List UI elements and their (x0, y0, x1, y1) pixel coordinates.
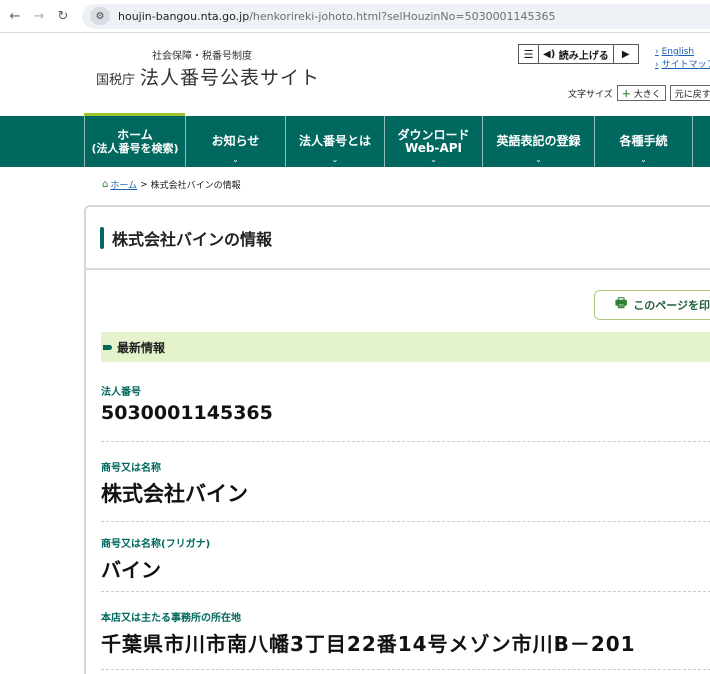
address-value: 千葉県市川市南八幡3丁目22番14号メゾン市川B－201 (101, 632, 636, 656)
chevron-down-icon: ⌄ (331, 155, 339, 164)
section-title: 最新情報 (117, 340, 166, 355)
print-page-label: このページを印刷 (633, 299, 710, 312)
corporation-info-panel: 株式会社バインの情報 🖶 このページを印刷 最新情報 法人番号 50300011… (84, 205, 710, 674)
nav-procedures[interactable]: 各種手続 ⌄ (594, 116, 692, 167)
print-page-button[interactable]: 🖶 このページを印刷 (594, 290, 710, 320)
font-size-label: 文字サイズ (568, 89, 613, 100)
latest-info-section-header: 最新情報 (101, 332, 710, 362)
address-field: 本店又は主たる事務所の所在地 千葉県市川市南八幡3丁目22番14号メゾン市川B－… (101, 609, 710, 657)
corp-number-label: 法人番号 (101, 387, 141, 398)
nav-download-label: ダウンロード (397, 127, 470, 142)
english-link-label: English (661, 47, 695, 57)
divider (101, 591, 710, 592)
nav-news-label: お知らせ (211, 134, 260, 148)
logo-title: 法人番号公表サイト (140, 67, 321, 89)
corp-number-field: 法人番号 5030001145365 (101, 383, 710, 424)
english-link[interactable]: › English (655, 46, 710, 59)
font-larger-button[interactable]: ＋大きく (616, 85, 666, 101)
nav-english-label: 英語表記の登録 (496, 134, 581, 148)
site-info-icon[interactable]: ⚙ (90, 7, 110, 25)
site-logo[interactable]: 国税庁 法人番号公表サイト (96, 63, 320, 90)
nav-home-sublabel: (法人番号を検索) (91, 141, 179, 155)
nav-english[interactable]: 英語表記の登録 ⌄ (482, 116, 594, 167)
chevron-down-icon: ⌄ (430, 155, 437, 164)
nav-home-label: ホーム (117, 127, 153, 142)
url-domain: houjin-bangou.nta.go.jp (118, 9, 250, 23)
play-icon[interactable]: ▶ (614, 45, 638, 63)
url-path: /henkorireki-johoto.html?selHouzinNo=503… (249, 9, 556, 23)
read-aloud-label: 読み上げる (558, 50, 609, 62)
divider (101, 669, 710, 670)
chevron-down-icon: ⌄ (640, 155, 647, 164)
read-aloud-button[interactable]: ◀) 読み上げる (539, 45, 614, 63)
home-icon: ⌂ (102, 179, 109, 190)
breadcrumb-separator: > (140, 179, 148, 190)
nav-about-label: 法人番号とは (298, 134, 371, 148)
chevron-right-icon: › (655, 47, 659, 57)
chevron-down-icon: ⌄ (535, 155, 542, 164)
speaker-icon: ◀) (543, 48, 556, 60)
divider (101, 521, 710, 522)
nav-home[interactable]: ホーム (法人番号を検索) (84, 116, 185, 167)
browser-toolbar: ← → ↻ ⚙ houjin-bangou.nta.go.jp/henkorir… (0, 0, 710, 33)
furigana-label: 商号又は名称(フリガナ) (101, 539, 211, 550)
printer-icon: 🖶 (615, 296, 628, 311)
section-marker (103, 344, 112, 350)
header-links: ›English ›サイトマップ (655, 46, 710, 72)
forward-icon[interactable]: → (30, 7, 48, 25)
breadcrumb-home-link[interactable]: ホーム (110, 178, 137, 191)
nav-procedures-label: 各種手続 (619, 134, 668, 148)
font-reset-button[interactable]: 元に戻す (669, 85, 710, 101)
page-title: 株式会社バインの情報 (112, 229, 273, 249)
font-reset-label: 元に戻す (674, 89, 710, 100)
panel-header: 株式会社バインの情報 (86, 207, 710, 270)
menu-icon[interactable]: ☰ (519, 45, 539, 63)
reload-icon[interactable]: ↻ (54, 7, 72, 25)
name-value: 株式会社バイン (101, 482, 248, 506)
nav-more[interactable] (692, 116, 710, 167)
global-nav: ホーム (法人番号を検索) お知らせ ⌄ 法人番号とは ⌄ ダウンロード Web… (0, 116, 710, 167)
logo-agency: 国税庁 (96, 73, 136, 88)
nav-news[interactable]: お知らせ ⌄ (185, 116, 285, 167)
text-to-speech-widget: ☰ ◀) 読み上げる ▶ (518, 44, 639, 64)
corp-number-value: 5030001145365 (101, 402, 273, 424)
address-bar[interactable]: ⚙ houjin-bangou.nta.go.jp/henkorireki-jo… (82, 3, 710, 29)
logo-subtitle: 社会保障・税番号制度 (152, 51, 252, 62)
nav-about[interactable]: 法人番号とは ⌄ (285, 116, 384, 167)
divider (101, 441, 710, 442)
name-field: 商号又は名称 株式会社バイン (101, 459, 710, 508)
font-size-control: 文字サイズ ＋大きく 元に戻す (568, 85, 710, 101)
font-larger-label: 大きく (633, 89, 661, 100)
breadcrumb: ⌂ ホーム > 株式会社バインの情報 (102, 178, 241, 191)
chevron-right-icon: › (655, 60, 659, 70)
nav-download[interactable]: ダウンロード Web-API ⌄ (384, 116, 482, 167)
back-icon[interactable]: ← (6, 7, 24, 25)
chevron-down-icon: ⌄ (232, 155, 239, 164)
title-marker (100, 226, 104, 249)
breadcrumb-current: 株式会社バインの情報 (150, 181, 241, 191)
name-label: 商号又は名称 (101, 463, 161, 474)
furigana-field: 商号又は名称(フリガナ) バイン (101, 535, 710, 583)
furigana-value: バイン (101, 558, 161, 582)
address-label: 本店又は主たる事務所の所在地 (101, 613, 241, 624)
sitemap-link[interactable]: ›サイトマップ (655, 59, 710, 72)
plus-icon: ＋ (621, 89, 631, 100)
sitemap-link-label: サイトマップ (661, 60, 710, 70)
